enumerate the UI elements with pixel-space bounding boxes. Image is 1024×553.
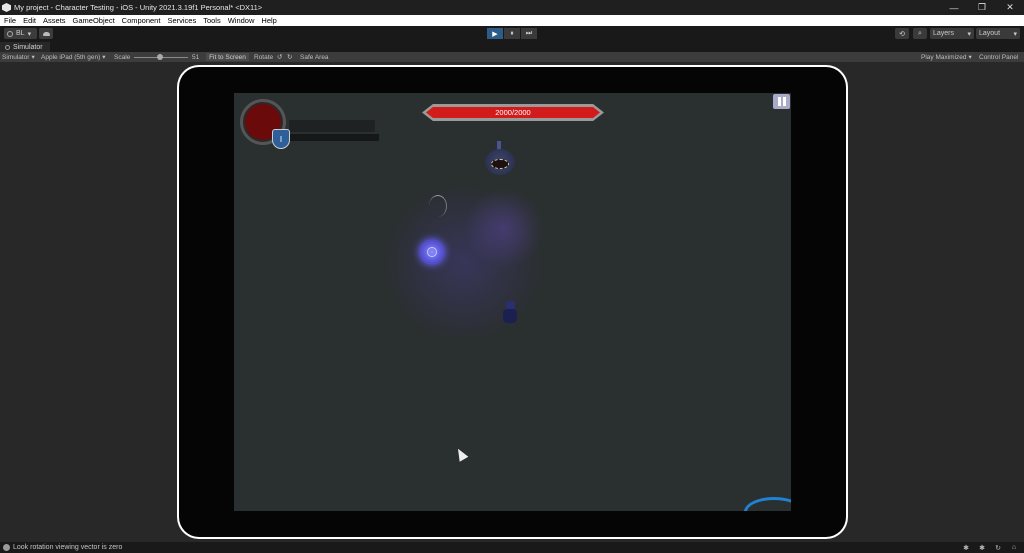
info-icon <box>3 544 10 551</box>
pause-button[interactable]: ⏸ <box>504 28 520 39</box>
menu-window[interactable]: Window <box>228 16 255 25</box>
close-icon[interactable]: ✕ <box>996 0 1024 15</box>
unity-logo-icon <box>2 3 11 12</box>
menu-component[interactable]: Component <box>122 16 161 25</box>
fit-to-screen-button[interactable]: Fit to Screen <box>206 53 249 61</box>
scale-value: 51 <box>192 53 200 61</box>
layout-label: Layout <box>979 30 1001 37</box>
play-mode-dropdown[interactable]: Play Maximized ▾ <box>921 52 972 62</box>
menu-gameobject[interactable]: GameObject <box>73 16 115 25</box>
step-button[interactable]: ⏭ <box>521 28 537 39</box>
scale-label: Scale <box>114 53 131 61</box>
boss-mouth <box>491 159 509 169</box>
menu-bar: File Edit Assets GameObject Component Se… <box>0 15 1024 26</box>
account-icon <box>7 30 13 37</box>
chevron-down-icon: ▾ <box>968 54 972 61</box>
rotate-label: Rotate <box>254 53 274 61</box>
game-view[interactable]: I 2000/2000 <box>234 93 791 511</box>
control-panel-button[interactable]: Control Panel <box>979 52 1018 62</box>
pause-icon <box>777 97 781 106</box>
chevron-down-icon: ▾ <box>27 30 32 38</box>
play-controls: ▶ ⏸ ⏭ <box>487 28 538 39</box>
main-toolbar: BL ▾ ▶ ⏸ ⏭ ⟲ ⌕ Layers ▾ Layout ▾ <box>0 26 1024 42</box>
minimize-icon[interactable]: — <box>940 0 968 15</box>
cloud-button[interactable] <box>39 28 53 39</box>
window-title: My project - Character Testing - iOS - U… <box>14 3 263 12</box>
boss-health-bar: 2000/2000 <box>422 104 604 121</box>
joystick-ring[interactable] <box>744 497 791 511</box>
simulator-toolbar: Simulator ▾ Apple iPad (5th gen) ▾ Scale… <box>0 52 1024 62</box>
device-dropdown[interactable]: Apple iPad (5th gen) ▾ <box>41 52 106 62</box>
player-mana-bar <box>289 134 379 141</box>
undo-history-button[interactable]: ⟲ <box>895 28 909 39</box>
account-dropdown[interactable]: BL ▾ <box>4 28 37 39</box>
play-button[interactable]: ▶ <box>487 28 503 39</box>
chevron-down-icon: ▾ <box>967 30 971 38</box>
account-label: BL <box>16 30 25 37</box>
play-mode-label: Play Maximized <box>921 53 967 61</box>
simulator-mode-label: Simulator <box>2 53 30 61</box>
chevron-down-icon: ▾ <box>1013 30 1017 38</box>
player-health-bar <box>289 120 375 132</box>
menu-tools[interactable]: Tools <box>203 16 221 25</box>
simulator-mode-dropdown[interactable]: Simulator ▾ <box>2 52 35 62</box>
player-character <box>502 301 518 327</box>
safe-area-toggle[interactable]: Safe Area <box>300 52 329 62</box>
game-pause-button[interactable] <box>773 94 790 109</box>
search-button[interactable]: ⌕ <box>913 28 927 39</box>
rotate-right-icon[interactable]: ↻ <box>287 52 292 62</box>
tab-simulator-label: Simulator <box>13 43 43 51</box>
chevron-down-icon: ▾ <box>102 54 106 61</box>
cloud-icon <box>42 31 50 36</box>
mouse-cursor-icon <box>453 446 469 462</box>
status-message[interactable]: Look rotation viewing vector is zero <box>13 544 122 551</box>
status-bar: Look rotation viewing vector is zero ✱ ✱… <box>0 542 1024 553</box>
menu-file[interactable]: File <box>4 16 16 25</box>
simulator-icon <box>5 44 10 50</box>
tab-simulator[interactable]: Simulator <box>0 42 50 52</box>
magic-orb-core <box>427 247 437 257</box>
debug-icon[interactable]: ✱ <box>960 543 972 552</box>
boss-monster <box>482 139 516 177</box>
projectile-trail <box>429 195 447 217</box>
chevron-down-icon: ▾ <box>31 54 35 61</box>
restore-icon[interactable]: ❐ <box>968 0 996 15</box>
device-label: Apple iPad (5th gen) <box>41 53 101 61</box>
menu-assets[interactable]: Assets <box>43 16 66 25</box>
magic-glow-secondary <box>464 188 544 268</box>
menu-edit[interactable]: Edit <box>23 16 36 25</box>
pause-icon <box>782 97 786 106</box>
menu-help[interactable]: Help <box>261 16 276 25</box>
shield-icon: I <box>272 129 290 149</box>
scale-slider-handle[interactable] <box>157 54 163 60</box>
tab-bar: Simulator <box>0 42 1024 52</box>
window-controls: — ❐ ✕ <box>940 0 1024 15</box>
layers-dropdown[interactable]: Layers ▾ <box>930 28 974 39</box>
player-body <box>503 309 517 323</box>
status-icons: ✱ ✱ ↻ ⌂ <box>956 543 1020 552</box>
network-icon[interactable]: ⌂ <box>1008 543 1020 552</box>
refresh-icon[interactable]: ↻ <box>992 543 1004 552</box>
layers-label: Layers <box>933 30 955 37</box>
menu-services[interactable]: Services <box>167 16 196 25</box>
title-bar: My project - Character Testing - iOS - U… <box>0 0 1024 15</box>
boss-health-text: 2000/2000 <box>495 108 531 117</box>
rotate-left-icon[interactable]: ↺ <box>277 52 282 62</box>
progress-icon[interactable]: ✱ <box>976 543 988 552</box>
layout-dropdown[interactable]: Layout ▾ <box>976 28 1020 39</box>
